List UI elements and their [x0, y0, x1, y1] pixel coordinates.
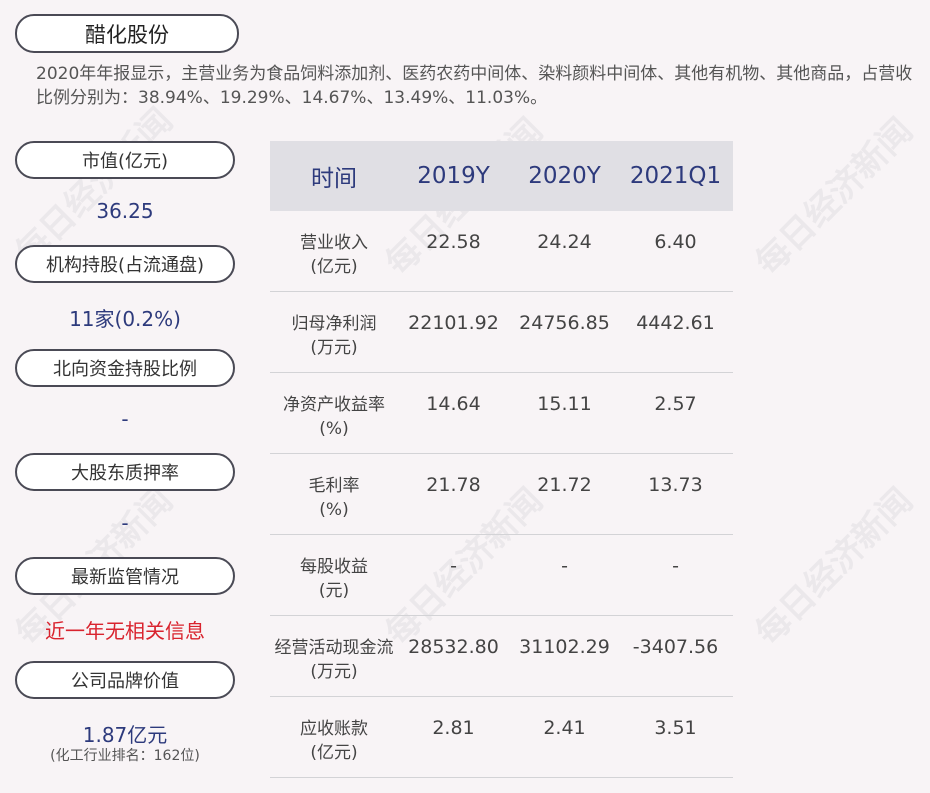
institution-holding-label: 机构持股(占流通盘): [15, 245, 235, 283]
cell-value: 13.73: [648, 474, 703, 496]
cell-value: 24756.85: [519, 312, 610, 334]
table-row: 应收账款 (亿元) 2.81 2.41 3.51: [270, 697, 733, 778]
cell-value: 31102.29: [519, 636, 610, 658]
row-label: 营业收入 (亿元): [300, 233, 368, 277]
table-row: 经营活动现金流 (万元) 28532.80 31102.29 -3407.56: [270, 616, 733, 697]
table-row: 归母净利润 (万元) 22101.92 24756.85 4442.61: [270, 292, 733, 373]
table-row: 每股收益 (元) - - -: [270, 535, 733, 616]
row-label: 净资产收益率 (%): [283, 395, 385, 439]
regulation-value: 近一年无相关信息: [45, 619, 205, 643]
market-cap-label: 市值(亿元): [15, 141, 235, 179]
cell-value: 3.51: [654, 717, 697, 739]
header-2021q1: 2021Q1: [629, 163, 722, 189]
cell-value: 2.57: [654, 393, 697, 415]
row-label: 归母净利润 (万元): [291, 314, 377, 358]
row-label: 每股收益 (元): [300, 557, 368, 601]
pledge-ratio-value: -: [121, 511, 129, 535]
cell-value: 4442.61: [636, 312, 715, 334]
cell-value: 22.58: [426, 231, 481, 253]
cell-value: 6.40: [654, 231, 697, 253]
table-header: 时间 2019Y 2020Y 2021Q1: [270, 141, 733, 211]
row-label: 毛利率 (%): [308, 476, 360, 520]
regulation-label: 最新监管情况: [15, 557, 235, 595]
cell-value: 2.41: [543, 717, 586, 739]
cell-value: 2.81: [432, 717, 475, 739]
cell-value: 21.72: [537, 474, 592, 496]
row-label: 经营活动现金流 (万元): [274, 638, 394, 682]
page-title: 醋化股份: [15, 14, 239, 53]
cell-value: 28532.80: [408, 636, 499, 658]
cell-value: 21.78: [426, 474, 481, 496]
cell-value: -: [561, 555, 568, 577]
financial-table: 时间 2019Y 2020Y 2021Q1 营业收入 (亿元) 22.58 24.…: [270, 141, 733, 778]
cell-value: 15.11: [537, 393, 592, 415]
brand-rank: (化工行业排名：162位): [50, 748, 200, 764]
watermark: 每日经济新闻: [748, 480, 921, 654]
header-2019y: 2019Y: [417, 163, 490, 189]
cell-value: 14.64: [426, 393, 481, 415]
header-2020y: 2020Y: [528, 163, 601, 189]
pledge-ratio-label: 大股东质押率: [15, 453, 235, 491]
watermark: 每日经济新闻: [748, 110, 921, 284]
table-row: 营业收入 (亿元) 22.58 24.24 6.40: [270, 211, 733, 292]
northbound-holding-value: -: [121, 407, 129, 431]
cell-value: -: [450, 555, 457, 577]
brand-value-label: 公司品牌价值: [15, 661, 235, 699]
brand-value: 1.87亿元: [82, 723, 168, 747]
institution-holding-value: 11家(0.2%): [69, 307, 181, 331]
cell-value: -3407.56: [632, 636, 719, 658]
business-summary: 2020年年报显示，主营业务为食品饲料添加剂、医药农药中间体、染料颜料中间体、其…: [36, 64, 913, 108]
table-row: 净资产收益率 (%) 14.64 15.11 2.57: [270, 373, 733, 454]
cell-value: 22101.92: [408, 312, 499, 334]
table-row: 毛利率 (%) 21.78 21.72 13.73: [270, 454, 733, 535]
northbound-holding-label: 北向资金持股比例: [15, 349, 235, 387]
market-cap-value: 36.25: [96, 199, 154, 223]
cell-value: 24.24: [537, 231, 592, 253]
cell-value: -: [672, 555, 679, 577]
row-label: 应收账款 (亿元): [300, 719, 368, 763]
header-time: 时间: [311, 166, 357, 192]
